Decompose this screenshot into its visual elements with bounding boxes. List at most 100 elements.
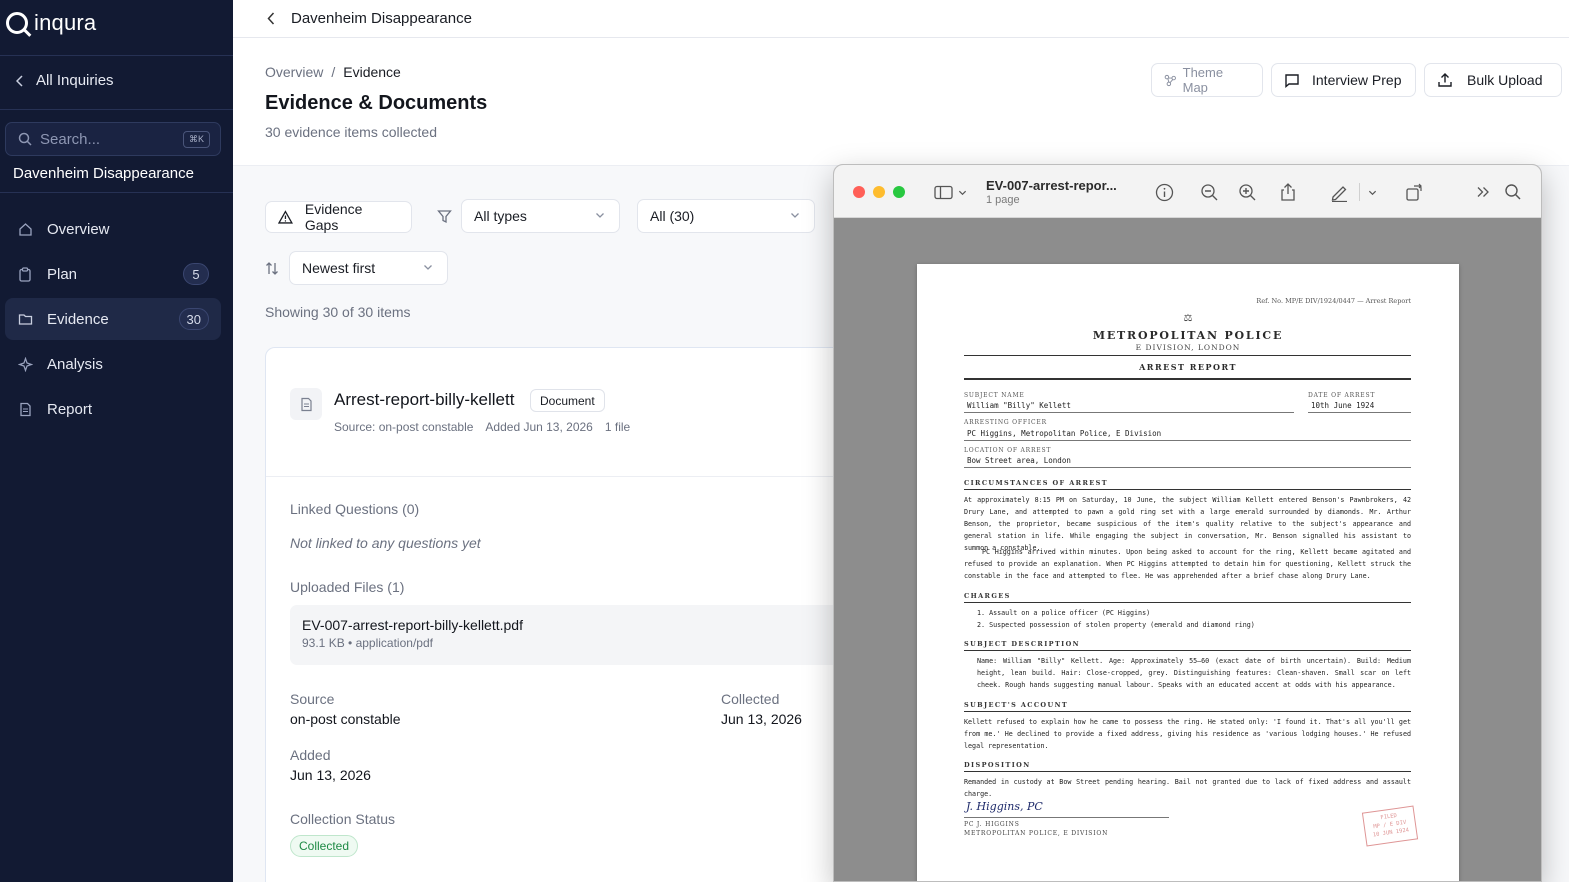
sort-icon — [266, 262, 278, 275]
all-inquiries-link[interactable]: All Inquiries — [16, 72, 114, 89]
logo-icon — [6, 12, 28, 34]
type-filter-select[interactable]: All types — [461, 199, 620, 233]
chat-icon — [1285, 73, 1299, 88]
bulk-upload-button[interactable]: Bulk Upload — [1424, 63, 1562, 97]
sidebar-item-evidence[interactable]: Evidence 30 — [5, 298, 221, 340]
chevron-down-icon — [596, 213, 604, 218]
preview-toolbar: EV-007-arrest-repor... 1 page — [834, 165, 1541, 218]
location-label: LOCATION OF ARREST — [964, 447, 1052, 454]
info-icon[interactable] — [1153, 181, 1175, 203]
disposition-heading: DISPOSITION — [964, 761, 1031, 769]
evidence-files-meta: 1 file — [604, 420, 631, 434]
pdf-preview-window[interactable]: EV-007-arrest-repor... 1 page Ref. No. M… — [833, 164, 1542, 882]
markup-pen-icon[interactable] — [1328, 181, 1350, 203]
sidebar-item-plan[interactable]: Plan 5 — [5, 253, 221, 295]
disposition-paragraph: Remanded in custody at Bow Street pendin… — [964, 778, 1411, 798]
card-divider — [266, 476, 886, 477]
report-organization: METROPOLITAN POLICE — [1092, 329, 1284, 342]
status-badge: Collected — [290, 835, 359, 857]
sidebar-item-label: Analysis — [47, 355, 103, 373]
all-inquiries-label: All Inquiries — [36, 72, 114, 89]
account-paragraph: Kellett refused to explain how he came t… — [964, 718, 1411, 750]
sidebar-item-overview[interactable]: Overview — [5, 208, 221, 250]
evidence-gaps-button[interactable]: Evidence Gaps — [265, 201, 412, 233]
sidebar-item-label: Report — [47, 400, 93, 418]
sidebar-toggle-icon[interactable] — [933, 181, 955, 203]
breadcrumb-overview[interactable]: Overview — [265, 64, 323, 80]
filed-stamp: FILED MP / E DIV 10 JUN 1924 — [1361, 805, 1419, 847]
bulk-upload-label: Bulk Upload — [1467, 72, 1543, 88]
search-icon — [18, 132, 32, 146]
sort-value: Newest first — [302, 260, 376, 276]
page-header: Overview / Evidence Evidence & Documents… — [233, 38, 1569, 166]
sidebar-item-label: Plan — [47, 265, 78, 283]
search-shortcut: ⌘K — [182, 131, 210, 148]
filter-icon — [437, 210, 452, 224]
interview-prep-button[interactable]: Interview Prep — [1271, 63, 1416, 97]
pdf-page: Ref. No. MP/E DIV/1924/0447 — Arrest Rep… — [917, 264, 1459, 881]
interview-prep-label: Interview Prep — [1312, 72, 1402, 88]
topbar-title: Davenheim Disappearance — [291, 10, 472, 27]
count-badge: 30 — [178, 308, 209, 330]
count-badge: 5 — [183, 263, 209, 285]
arresting-officer-value: PC Higgins, Metropolitan Police, E Divis… — [964, 429, 1411, 441]
app-logo[interactable]: inqura — [6, 10, 96, 36]
linked-questions-empty: Not linked to any questions yet — [290, 535, 481, 551]
uploaded-files-label: Uploaded Files (1) — [290, 579, 405, 595]
items-count-text: Showing 30 of 30 items — [265, 304, 411, 320]
chevron-left-icon — [16, 74, 23, 87]
file-name: EV-007-arrest-report-billy-kellett.pdf — [302, 617, 523, 633]
evidence-title[interactable]: Arrest-report-billy-kellett — [334, 390, 514, 410]
search-placeholder: Search... — [40, 130, 101, 148]
evidence-type-badge: Document — [530, 389, 605, 412]
count-filter-value: All (30) — [650, 208, 695, 224]
circumstances-paragraph-2: PC Higgins arrived within minutes. Upon … — [964, 548, 1411, 580]
rotate-icon[interactable] — [1403, 181, 1425, 203]
rule-line — [964, 650, 1411, 651]
breadcrumb: Overview / Evidence — [265, 64, 401, 80]
charges-heading: CHARGES — [964, 592, 1011, 600]
uploaded-file-item[interactable]: EV-007-arrest-report-billy-kellett.pdf 9… — [290, 605, 886, 665]
sidebar: inqura All Inquiries Search... ⌘K Davenh… — [0, 0, 233, 882]
chevron-down-icon[interactable] — [1365, 181, 1379, 203]
minimize-window-button[interactable] — [873, 186, 885, 198]
chevron-down-icon — [424, 265, 432, 270]
sidebar-item-label: Overview — [47, 220, 110, 238]
close-window-button[interactable] — [853, 186, 865, 198]
zoom-window-button[interactable] — [893, 186, 905, 198]
share-icon[interactable] — [1277, 181, 1299, 203]
source-label: Source — [290, 691, 335, 707]
subject-name-label: SUBJECT NAME — [964, 392, 1025, 399]
theme-map-button[interactable]: Theme Map — [1151, 63, 1263, 97]
rule-line — [964, 771, 1411, 772]
collected-label: Collected — [721, 691, 780, 707]
app-name: inqura — [34, 10, 97, 35]
more-chevrons-icon[interactable] — [1472, 181, 1494, 203]
signature-name: PC J. HIGGINS METROPOLITAN POLICE, E DIV… — [964, 820, 1108, 838]
evidence-card[interactable]: Arrest-report-billy-kellett Document Sou… — [265, 347, 886, 882]
sort-select[interactable]: Newest first — [289, 251, 448, 285]
evidence-added-meta: Added Jun 13, 2026 — [485, 420, 593, 434]
evidence-source-meta: Source: on-post constable — [334, 420, 474, 434]
preview-page-count: 1 page — [986, 194, 1020, 206]
search-icon[interactable] — [1502, 181, 1524, 203]
arresting-officer-label: ARRESTING OFFICER — [964, 419, 1047, 426]
search-input[interactable]: Search... ⌘K — [5, 122, 221, 156]
zoom-out-icon[interactable] — [1198, 181, 1220, 203]
circumstances-heading: CIRCUMSTANCES OF ARREST — [964, 479, 1108, 487]
sidebar-item-report[interactable]: Report — [5, 388, 221, 430]
charge-1: 1. Assault on a police officer (PC Higgi… — [977, 609, 1151, 617]
account-heading: SUBJECT'S ACCOUNT — [964, 701, 1069, 709]
upload-icon — [1438, 73, 1452, 87]
sidebar-item-analysis[interactable]: Analysis — [5, 343, 221, 385]
evidence-meta: Source: on-post constable Added Jun 13, … — [334, 420, 630, 434]
back-chevron-icon[interactable] — [267, 12, 275, 25]
rule-line — [964, 355, 1411, 356]
signature-line — [964, 817, 1169, 818]
count-filter-select[interactable]: All (30) — [637, 199, 815, 233]
zoom-in-icon[interactable] — [1236, 181, 1258, 203]
sidebar-nav: Overview Plan 5 Evidence 30 Analysis Rep… — [5, 208, 221, 433]
date-of-arrest-label: DATE OF ARREST — [1308, 392, 1376, 399]
chevron-down-icon[interactable] — [956, 181, 968, 203]
rule-line — [964, 489, 1411, 490]
